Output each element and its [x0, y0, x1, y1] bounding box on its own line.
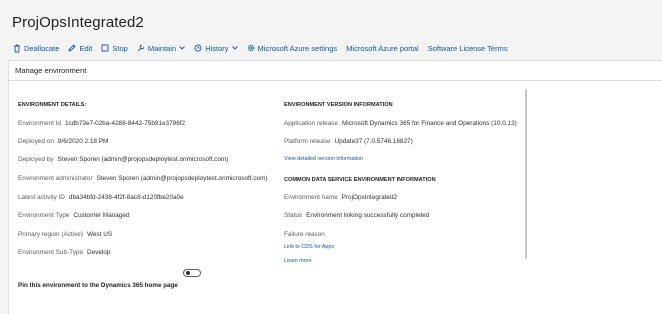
maintain-label: Maintain — [147, 43, 177, 53]
deallocate-button[interactable]: Deallocate — [13, 44, 59, 53]
detail-value: 8/6/2020 2:18 PM — [57, 138, 109, 145]
azure-portal-link[interactable]: Microsoft Azure portal — [346, 44, 419, 53]
pin-label: Pin this environment to the Dynamics 365… — [18, 282, 178, 289]
detail-row: Environment administrator Steven Sporen (… — [18, 175, 268, 182]
version-info-heading: ENVIRONMENT VERSION INFORMATION — [284, 102, 393, 108]
detail-value: West US — [87, 231, 113, 238]
azure-settings-button[interactable]: Microsoft Azure settings — [247, 43, 338, 53]
edit-button[interactable]: Edit — [68, 44, 92, 53]
cds-info-heading: COMMON DATA SERVICE ENVIRONMENT INFORMAT… — [284, 177, 436, 183]
stop-icon — [101, 44, 109, 52]
detail-label: Deployed by — [18, 156, 54, 163]
chevron-down-icon — [231, 46, 238, 50]
detail-row: Environment Sub-Type Develop — [18, 249, 110, 256]
detail-value: dba34bfd-2438-4f2f-8ac8-d120fbe20a0e — [68, 194, 184, 201]
azure-portal-label: Microsoft Azure portal — [346, 43, 419, 53]
detail-label: Deployed on — [18, 138, 54, 145]
version-value: Update37 (7.0.5746.16827) — [334, 138, 413, 145]
cds-label: Environment name — [284, 194, 338, 201]
divider — [9, 80, 662, 81]
pencil-icon — [68, 44, 76, 52]
manage-environment-panel: Manage environment ENVIRONMENT DETAILS: … — [8, 60, 662, 314]
link-to-cds-link[interactable]: Link to CDS for Apps — [284, 244, 334, 250]
detail-value: Steven Sporen (admin@projopsdeploytest.o… — [96, 175, 268, 182]
cds-row: Environment name ProjOpsIntegrated2 — [284, 194, 397, 201]
history-label: History — [205, 43, 229, 53]
cds-value: ProjOpsIntegrated2 — [341, 194, 398, 201]
stop-button[interactable]: Stop — [101, 43, 128, 53]
detail-label: Environment administrator — [18, 175, 93, 182]
version-value: Microsoft Dynamics 365 for Finance and O… — [342, 120, 517, 127]
maintain-menu-button[interactable]: Maintain — [137, 43, 186, 53]
detail-label: Latest activity ID — [18, 194, 65, 201]
detail-value: Steven Sporen (admin@projopsdeploytest.o… — [57, 156, 229, 163]
view-version-details-link[interactable]: View detailed version information — [284, 156, 363, 162]
cds-row: Failure reason — [284, 231, 325, 238]
deallocate-label: Deallocate — [24, 43, 60, 53]
vertical-scrollbar[interactable] — [525, 89, 527, 259]
detail-row: Environment Id 1cdb73e7-02ba-4288-8442-75… — [18, 120, 185, 127]
detail-label: Environment Sub-Type — [18, 249, 84, 256]
stop-label: Stop — [112, 43, 128, 53]
edit-label: Edit — [79, 43, 93, 53]
detail-value: Customer Managed — [73, 212, 130, 219]
page-title: ProjOpsIntegrated2 — [12, 14, 144, 31]
detail-label: Environment Id — [18, 120, 61, 127]
command-bar: Deallocate Edit Stop Maintain History Mi… — [12, 42, 508, 54]
detail-value: Develop — [87, 249, 111, 256]
detail-label: Environment Type — [18, 212, 70, 219]
azure-settings-label: Microsoft Azure settings — [257, 43, 338, 53]
detail-label: Primary region (Active) — [18, 231, 83, 238]
toggle-knob — [186, 271, 190, 275]
cds-value: Environment linking successfully complet… — [306, 212, 430, 219]
detail-row: Deployed on 8/6/2020 2:18 PM — [18, 138, 108, 145]
version-label: Platform release — [284, 138, 331, 145]
detail-value: 1cdb73e7-02ba-4288-8442-75b91e3796f2 — [64, 120, 186, 127]
learn-more-link[interactable]: Learn more — [284, 258, 312, 264]
detail-row: Deployed by Steven Sporen (admin@projopsd… — [18, 156, 228, 163]
license-terms-label: Software License Terms — [427, 43, 508, 53]
pin-toggle[interactable] — [183, 269, 201, 277]
version-label: Application release — [284, 120, 338, 127]
cds-label: Status — [284, 212, 303, 219]
panel-title: Manage environment — [15, 66, 87, 75]
detail-row: Latest activity ID dba34bfd-2438-4f2f-8ac… — [18, 194, 184, 201]
history-menu-button[interactable]: History — [194, 43, 238, 53]
gear-icon — [247, 44, 254, 52]
detail-row: Primary region (Active) West US — [18, 231, 112, 238]
environment-details-heading: ENVIRONMENT DETAILS: — [18, 102, 87, 108]
license-terms-link[interactable]: Software License Terms — [428, 44, 508, 53]
failure-reason-label: Failure reason — [284, 231, 325, 238]
wrench-icon — [137, 44, 145, 52]
version-row: Platform release Update37 (7.0.5746.16827… — [284, 138, 413, 145]
chevron-down-icon — [179, 46, 186, 50]
version-row: Application release Microsoft Dynamics 36… — [284, 120, 517, 127]
trash-icon — [14, 44, 20, 52]
history-icon — [194, 44, 202, 52]
cds-row: Status Environment linking successfully c… — [284, 212, 429, 219]
detail-row: Environment Type Customer Managed — [18, 212, 130, 219]
